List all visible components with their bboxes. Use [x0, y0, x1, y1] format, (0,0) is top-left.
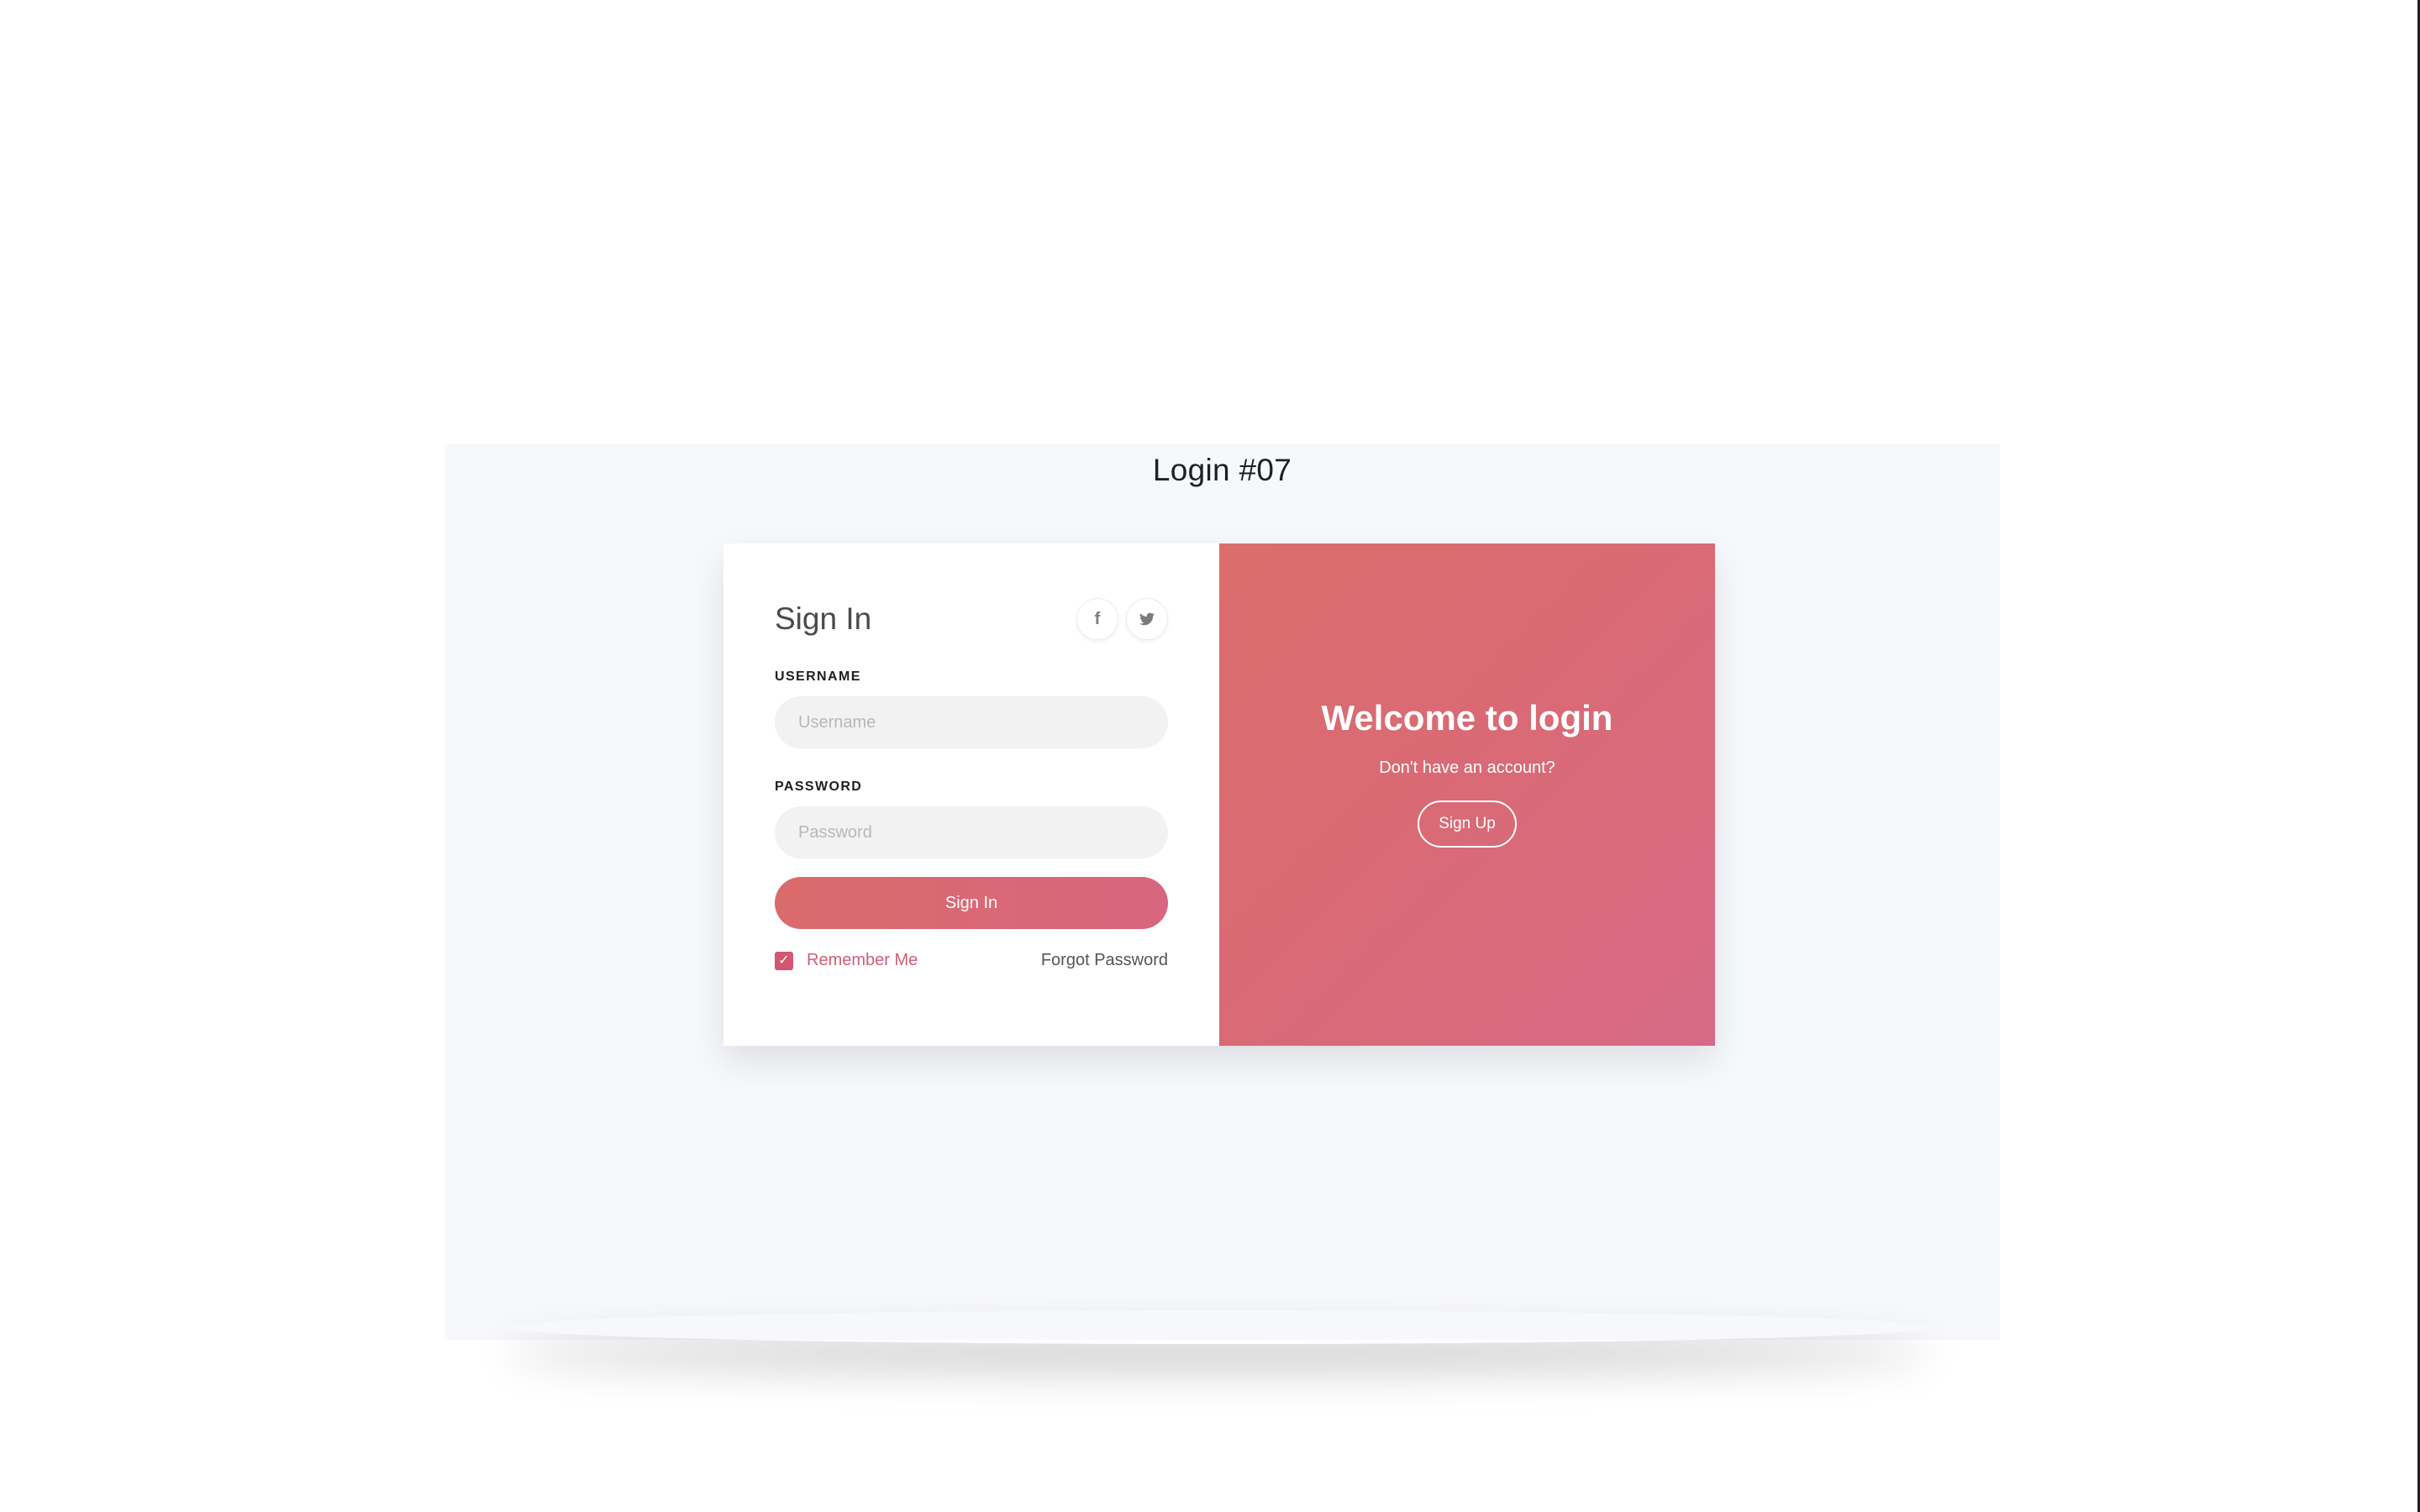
- check-icon: ✓: [778, 953, 790, 968]
- sign-in-header: Sign In f: [775, 594, 1168, 644]
- form-footer: ✓ Remember Me Forgot Password: [775, 951, 1168, 970]
- username-input[interactable]: [775, 696, 1168, 748]
- social-buttons: f: [1076, 598, 1168, 640]
- password-label: PASSWORD: [775, 780, 863, 794]
- welcome-subtitle: Don't have an account?: [1379, 759, 1555, 777]
- twitter-button[interactable]: [1126, 598, 1168, 640]
- twitter-icon: [1139, 612, 1155, 626]
- forgot-password-link[interactable]: Forgot Password: [1041, 951, 1168, 970]
- remember-me-checkbox[interactable]: ✓: [775, 951, 793, 970]
- sign-in-title: Sign In: [775, 601, 872, 636]
- sign-in-button[interactable]: Sign In: [775, 877, 1168, 929]
- password-input[interactable]: [775, 806, 1168, 858]
- page-stage: Login #07 Sign In f USERNAME Username PA…: [445, 444, 2000, 1340]
- username-label: USERNAME: [775, 669, 861, 684]
- screen: Login #07 Sign In f USERNAME Username PA…: [0, 0, 2420, 1512]
- welcome-panel: Welcome to login Don't have an account? …: [1219, 543, 1715, 1046]
- welcome-title: Welcome to login: [1321, 698, 1613, 738]
- facebook-button[interactable]: f: [1076, 598, 1118, 640]
- login-card: Sign In f USERNAME PASSWORD: [723, 543, 1715, 1046]
- facebook-icon: f: [1094, 609, 1101, 628]
- sign-in-panel: Sign In f USERNAME PASSWORD: [723, 543, 1219, 1046]
- page-title: Login #07: [1152, 453, 1292, 487]
- remember-me-label: Remember Me: [807, 951, 918, 969]
- sign-up-button[interactable]: Sign Up: [1418, 801, 1517, 848]
- remember-me-toggle[interactable]: ✓ Remember Me: [775, 951, 918, 970]
